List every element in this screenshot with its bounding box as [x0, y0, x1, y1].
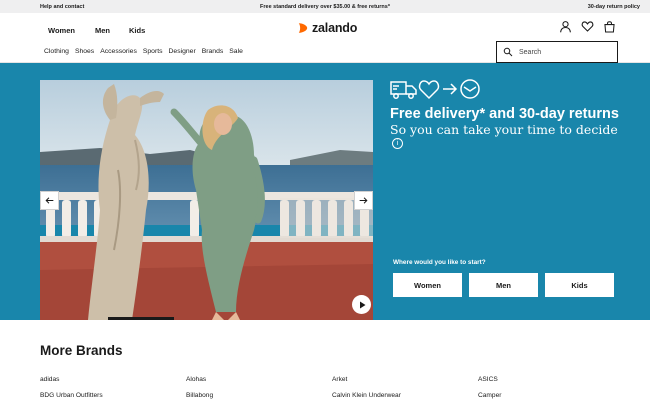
return-policy-link[interactable]: 30-day return policy: [588, 4, 640, 10]
heart-outline-icon: [418, 80, 440, 100]
top-info-bar: Help and contact Free standard delivery …: [0, 0, 650, 13]
more-brands-heading: More Brands: [40, 343, 123, 358]
carousel-progress-bar: [108, 317, 174, 320]
hero-subline: So you can take your time to decide: [390, 122, 618, 137]
logo-text: zalando: [312, 21, 358, 35]
bag-icon[interactable]: [603, 20, 616, 33]
nav-sale[interactable]: Sale: [229, 48, 243, 55]
delivery-returns-icons: [390, 79, 480, 100]
shop-kids-button[interactable]: Kids: [545, 273, 614, 297]
campaign-photo-illustration: [40, 80, 373, 320]
zalando-logo-icon: [298, 23, 308, 33]
truck-icon: [390, 81, 417, 99]
category-nav: Clothing Shoes Accessories Sports Design…: [44, 48, 243, 55]
start-prompt: Where would you like to start?: [393, 259, 486, 266]
heart-icon[interactable]: [581, 20, 594, 33]
nav-shoes[interactable]: Shoes: [75, 48, 94, 55]
brand-link[interactable]: ASICS: [478, 376, 498, 383]
arrow-right-icon: [443, 83, 458, 95]
arrow-left-icon: [45, 197, 54, 204]
play-icon: [359, 301, 365, 308]
user-icon[interactable]: [559, 20, 572, 33]
brand-link[interactable]: Billabong: [186, 392, 213, 399]
site-header: Women Men Kids zalando Clothing Shoes Ac…: [0, 13, 650, 63]
arrow-right-icon: [359, 197, 368, 204]
hero-headline: Free delivery* and 30-day returns: [390, 106, 619, 122]
zalando-logo[interactable]: zalando: [297, 21, 357, 35]
nav-clothing[interactable]: Clothing: [44, 48, 69, 55]
brand-link[interactable]: Arket: [332, 376, 347, 383]
search-placeholder: Search: [519, 48, 542, 56]
nav-designer[interactable]: Designer: [169, 48, 196, 55]
brand-link[interactable]: BDG Urban Outfitters: [40, 392, 103, 399]
brand-link[interactable]: Calvin Klein Underwear: [332, 392, 401, 399]
header-icons: [559, 20, 616, 33]
gender-tab-women[interactable]: Women: [48, 26, 75, 35]
gender-tab-kids[interactable]: Kids: [129, 26, 145, 35]
envelope-circle-icon: [460, 79, 480, 99]
brand-link[interactable]: Alohas: [186, 376, 206, 383]
gender-tab-men[interactable]: Men: [95, 26, 110, 35]
shop-men-button[interactable]: Men: [469, 273, 538, 297]
delivery-promo-text: Free standard delivery over $35.00 & fre…: [260, 3, 390, 10]
brand-link[interactable]: adidas: [40, 376, 59, 383]
shop-women-button[interactable]: Women: [393, 273, 462, 297]
hero-campaign-image[interactable]: [40, 80, 373, 320]
service-icons: [390, 77, 482, 106]
search-icon: [503, 47, 513, 57]
nav-sports[interactable]: Sports: [143, 48, 163, 55]
nav-brands[interactable]: Brands: [202, 48, 224, 55]
search-input[interactable]: Search: [496, 41, 618, 63]
play-video-button[interactable]: [352, 295, 371, 314]
brand-link[interactable]: Camper: [478, 392, 501, 399]
carousel-next-button[interactable]: [354, 191, 373, 210]
carousel-prev-button[interactable]: [40, 191, 59, 210]
hero-banner: Free delivery* and 30-day returns So you…: [0, 63, 650, 320]
nav-accessories[interactable]: Accessories: [100, 48, 137, 55]
info-icon[interactable]: i: [392, 138, 403, 149]
